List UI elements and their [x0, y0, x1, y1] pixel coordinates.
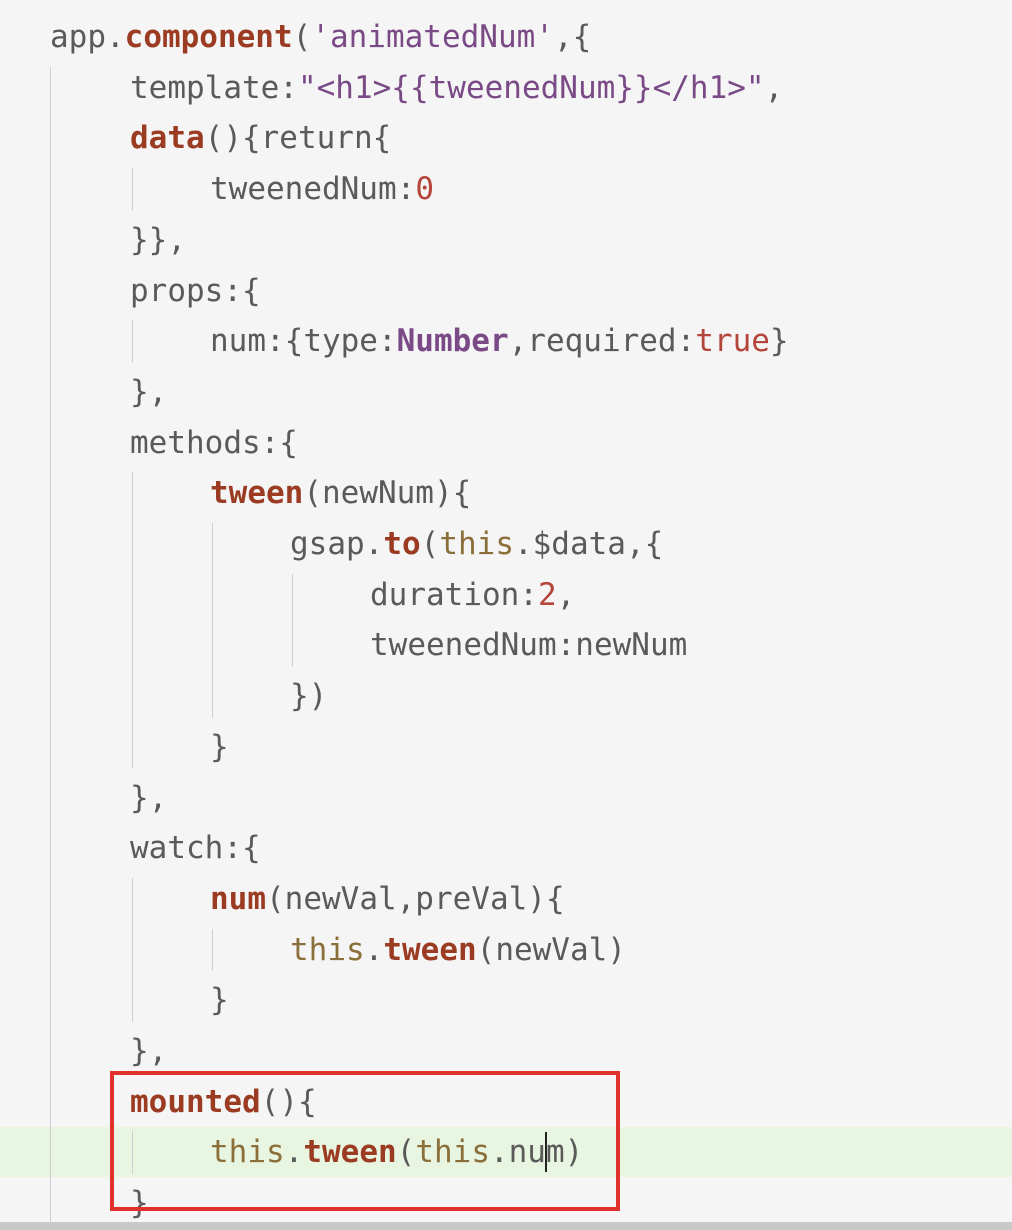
indent-guide [132, 168, 133, 211]
code-token: (){return{ [204, 120, 392, 157]
indent-guide [132, 472, 133, 769]
code-line[interactable]: duration:2, [0, 570, 1012, 620]
code-token: ( [292, 19, 312, 55]
code-line-text: template:"<h1>{{tweenedNum}}</h1>", [130, 63, 783, 113]
indent-guide [50, 66, 51, 1225]
code-line-text: num(newVal,preVal){ [210, 874, 565, 924]
code-token: watch:{ [130, 830, 261, 867]
code-line-text: }, [130, 1026, 167, 1076]
code-token: tween [210, 475, 304, 512]
code-line[interactable]: }) [0, 671, 1012, 721]
code-token: }) [290, 678, 328, 715]
code-line[interactable]: }}, [0, 215, 1012, 265]
code-token: tweenedNum: [210, 171, 416, 208]
code-line[interactable]: gsap.to(this.$data,{ [0, 519, 1012, 569]
code-line[interactable]: tweenedNum:0 [0, 164, 1012, 214]
code-token: .$data,{ [513, 526, 664, 562]
code-token: } [769, 323, 789, 360]
code-token: . [364, 931, 384, 968]
code-line[interactable]: watch:{ [0, 823, 1012, 873]
code-token: component [124, 19, 293, 55]
code-token: props:{ [130, 272, 261, 309]
code-line-text: }}, [130, 215, 186, 265]
code-token: Number [396, 323, 509, 360]
code-token: num:{type: [210, 323, 397, 360]
code-line-text: }, [130, 367, 167, 417]
code-line[interactable]: app.component('animatedNum',{ [0, 12, 1012, 62]
code-token: }, [130, 373, 168, 410]
text-cursor [544, 1132, 547, 1173]
code-line[interactable]: data(){return{ [0, 113, 1012, 163]
code-token: gsap. [290, 526, 384, 562]
code-token: duration: [370, 576, 538, 613]
code-token: template: [130, 69, 298, 106]
annotation-box [110, 1071, 620, 1211]
code-line[interactable]: props:{ [0, 266, 1012, 316]
code-line-text: duration:2, [370, 570, 575, 620]
indent-guide [132, 320, 133, 363]
code-line-text: }) [290, 671, 327, 721]
code-token: to [383, 526, 421, 562]
code-line[interactable]: methods:{ [0, 418, 1012, 468]
code-line[interactable]: }, [0, 367, 1012, 417]
code-line-text: num:{type:Number,required:true} [210, 316, 789, 366]
code-token: tweenedNum:newNum [370, 627, 688, 664]
code-token: this [439, 526, 514, 562]
code-line-text: gsap.to(this.$data,{ [290, 519, 663, 569]
code-token: , [764, 69, 784, 106]
code-token: app. [50, 19, 125, 55]
code-token: ,required: [508, 323, 696, 360]
code-token: }}, [130, 221, 186, 258]
code-line-text: }, [130, 773, 167, 823]
code-line-text: this.tween(newVal) [290, 925, 626, 975]
code-line[interactable]: tween(newNum){ [0, 468, 1012, 518]
code-line-text: methods:{ [130, 418, 298, 468]
code-token: tween [383, 931, 477, 968]
horizontal-scrollbar[interactable] [0, 1222, 1012, 1230]
code-line-text: tween(newNum){ [210, 468, 471, 518]
code-line[interactable]: }, [0, 773, 1012, 823]
code-line-text: app.component('animatedNum',{ [50, 12, 591, 62]
code-token: }, [130, 779, 168, 816]
code-token: (newNum){ [303, 475, 472, 512]
code-line[interactable]: } [0, 722, 1012, 772]
code-token: } [210, 728, 229, 765]
code-token: methods:{ [130, 424, 298, 461]
code-line-text: watch:{ [130, 823, 261, 873]
code-line[interactable]: tweenedNum:newNum [0, 620, 1012, 670]
code-line[interactable]: template:"<h1>{{tweenedNum}}</h1>", [0, 63, 1012, 113]
code-editor[interactable]: app.component('animatedNum',{template:"<… [0, 0, 1012, 1230]
code-line-text: tweenedNum:newNum [370, 620, 687, 670]
code-token: 0 [415, 171, 434, 208]
code-line-text: props:{ [130, 266, 261, 316]
code-token: 'animatedNum' [311, 19, 554, 55]
code-token: (newVal,preVal){ [266, 880, 565, 917]
code-line-text: } [210, 722, 229, 772]
code-token: }, [130, 1033, 168, 1069]
indent-guide [132, 877, 133, 1022]
code-line[interactable]: num(newVal,preVal){ [0, 874, 1012, 924]
indent-guide [212, 928, 213, 972]
code-token: } [210, 982, 229, 1019]
code-line[interactable]: } [0, 975, 1012, 1025]
code-token: num [210, 880, 266, 917]
code-line[interactable]: this.tween(newVal) [0, 925, 1012, 975]
code-line[interactable]: }, [0, 1026, 1012, 1076]
code-token: this [290, 931, 365, 968]
code-line-text: data(){return{ [130, 113, 391, 163]
indent-guide [212, 523, 213, 718]
code-token: ,{ [553, 19, 592, 55]
code-token: , [556, 576, 576, 613]
code-line-text: tweenedNum:0 [210, 164, 434, 214]
code-token: (newVal) [476, 931, 626, 968]
code-token: "<h1>{{tweenedNum}}</h1>" [297, 69, 765, 106]
code-line-text: } [210, 975, 229, 1025]
code-token: ( [420, 526, 440, 562]
code-token: 2 [537, 576, 557, 613]
code-token: data [130, 120, 205, 157]
code-token: true [695, 323, 770, 360]
indent-guide [292, 573, 293, 668]
code-line[interactable]: num:{type:Number,required:true} [0, 316, 1012, 366]
